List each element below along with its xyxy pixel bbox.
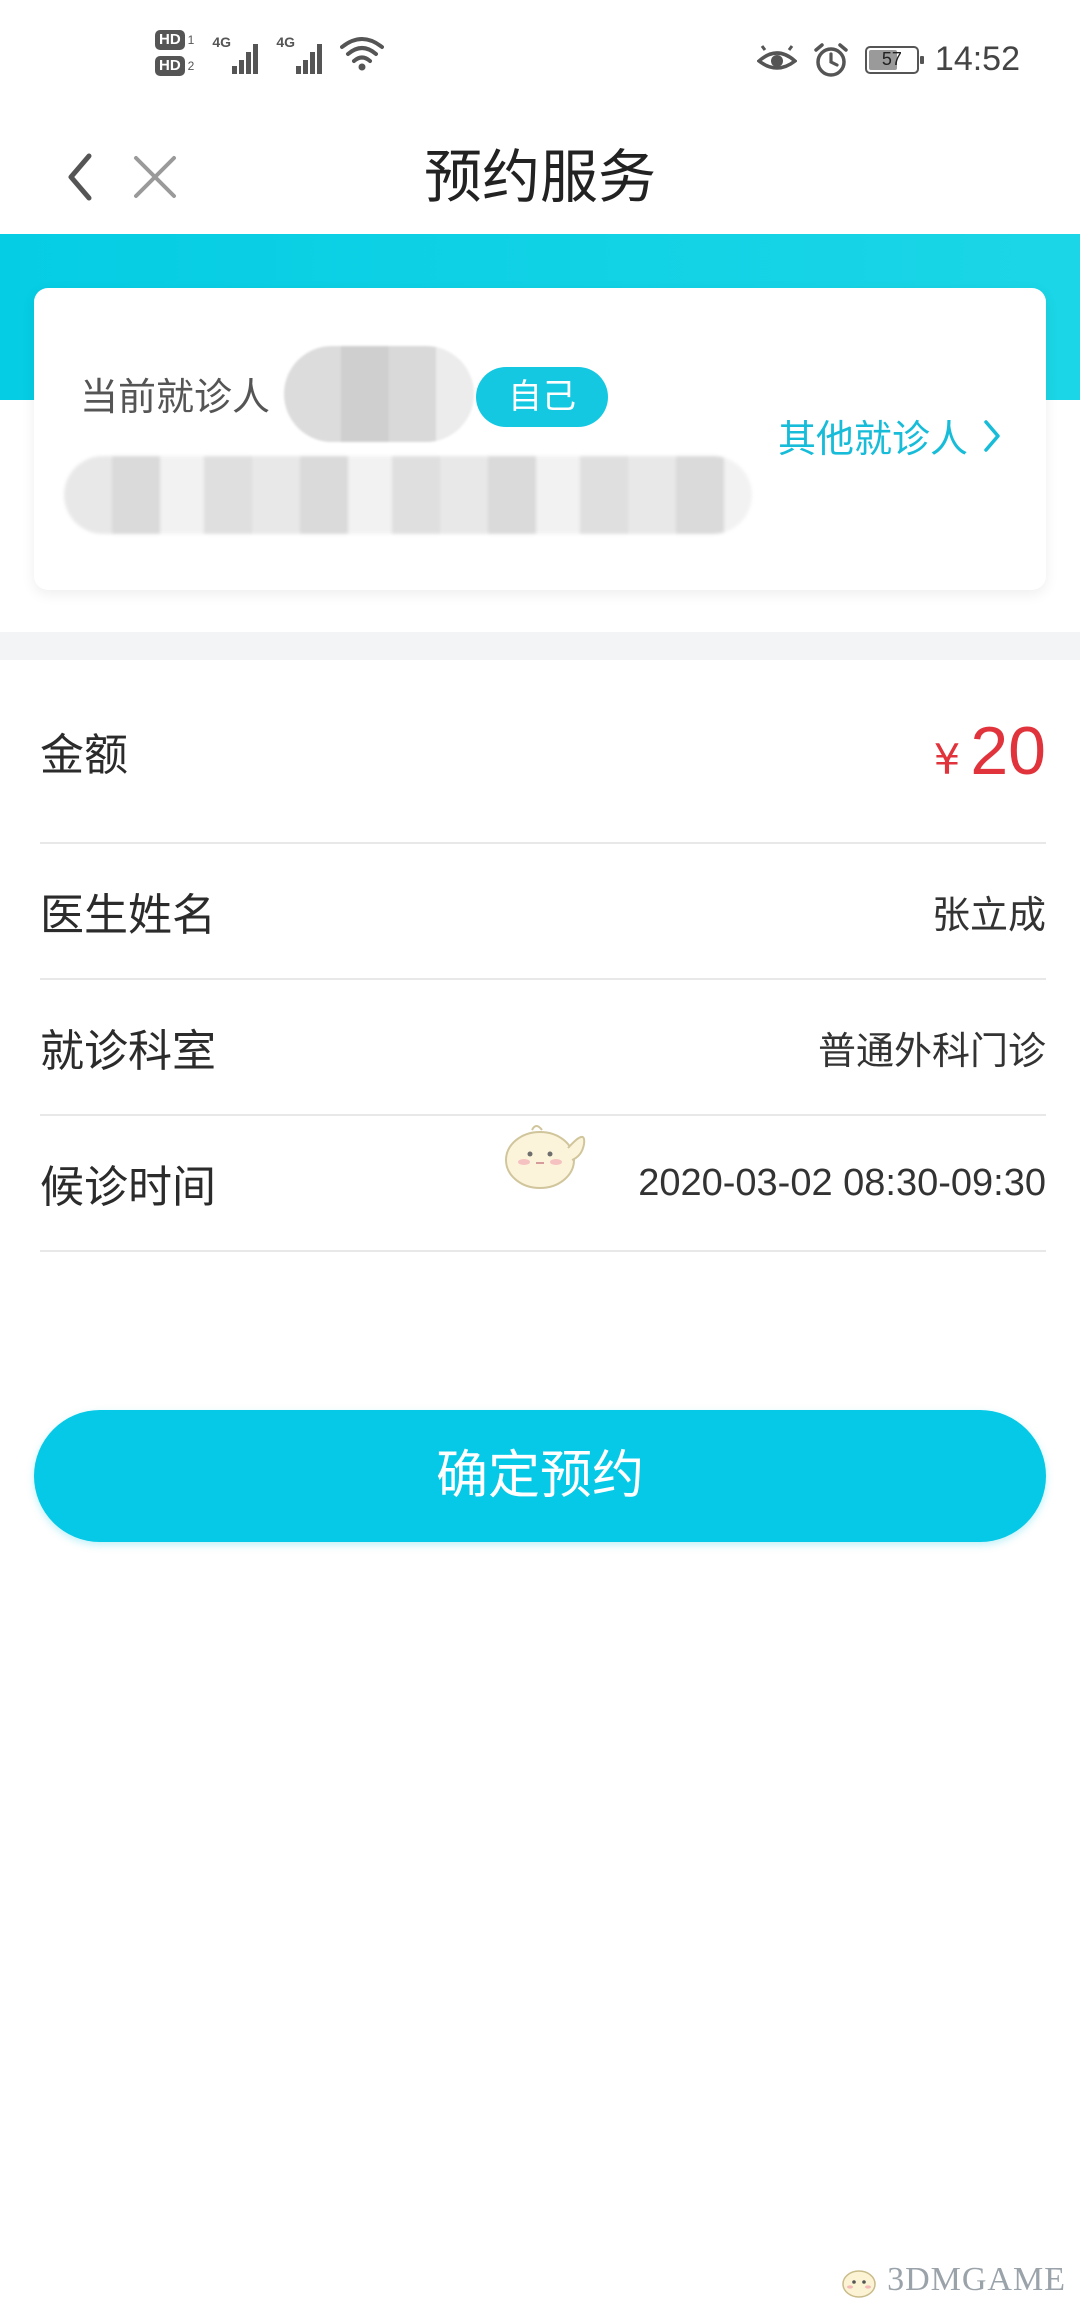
- watermark-mascot-small-icon: [842, 2270, 876, 2298]
- battery-icon: 57: [864, 45, 924, 74]
- watermark-logo: 3DMGAME: [837, 2260, 1066, 2300]
- status-time: 14:52: [934, 40, 1020, 78]
- department-value: 普通外科门诊: [817, 1028, 1046, 1073]
- hd2-icon: HD: [155, 56, 185, 76]
- amount-label: 金额: [40, 730, 128, 781]
- close-button[interactable]: [120, 142, 190, 212]
- status-bar: HD 1 HD 2 4G 4G 57 14:52: [0, 0, 1080, 120]
- section-divider: [0, 632, 1080, 660]
- department-label: 就诊科室: [40, 1026, 216, 1077]
- appointment-page: HD 1 HD 2 4G 4G 57 14:52 预约服务 当前就诊人 自己 其…: [0, 0, 1080, 2310]
- network-type-1: 4G: [212, 34, 232, 50]
- watermark-text: 3DMGAME: [887, 2261, 1066, 2298]
- patient-name-redacted: [284, 346, 474, 442]
- chevron-right-icon: [984, 419, 1000, 452]
- waiting-time-label: 候诊时间: [40, 1162, 216, 1213]
- nav-bar: 预约服务: [0, 120, 1080, 235]
- back-button[interactable]: [50, 142, 110, 212]
- alarm-icon: [814, 42, 848, 77]
- current-patient-label: 当前就诊人: [80, 375, 271, 419]
- battery-level: 57: [881, 49, 902, 69]
- confirm-appointment-button[interactable]: 确定预约: [34, 1410, 1046, 1542]
- sim2-badge: HD 2: [155, 56, 194, 76]
- chevron-left-icon: [68, 153, 92, 201]
- waiting-time-value: 2020-03-02 08:30-09:30: [638, 1161, 1046, 1204]
- department-row: 就诊科室 普通外科门诊: [40, 980, 1046, 1116]
- network-type-2: 4G: [276, 34, 296, 50]
- watermark-mascot-icon: [505, 1125, 586, 1189]
- sim2-index: 2: [187, 59, 195, 73]
- currency-symbol: ¥: [933, 735, 961, 784]
- wifi-icon: [340, 37, 385, 71]
- doctor-value: 张立成: [931, 892, 1046, 937]
- signal-icon-2: 4G: [276, 32, 323, 74]
- hd1-icon: HD: [155, 30, 185, 50]
- patient-card: 当前就诊人 自己 其他就诊人: [34, 288, 1046, 590]
- amount-value: ¥ 20: [934, 712, 1046, 790]
- amount-row: 金额 ¥ 20: [40, 660, 1046, 844]
- doctor-label: 医生姓名: [40, 890, 216, 941]
- sim1-badge: HD 1: [155, 30, 194, 50]
- other-patient-label: 其他就诊人: [777, 417, 968, 461]
- close-icon: [134, 156, 176, 198]
- other-patient-link[interactable]: 其他就诊人: [778, 408, 1002, 463]
- status-right: 57 14:52: [756, 40, 1020, 79]
- doctor-row: 医生姓名 张立成: [40, 844, 1046, 980]
- eye-icon: [756, 44, 797, 70]
- sim1-index: 1: [187, 33, 195, 47]
- relation-tag: 自己: [476, 367, 608, 427]
- signal-icon: 4G: [212, 32, 259, 74]
- amount-number: 20: [970, 713, 1046, 789]
- sim-indicators: HD 1 HD 2: [155, 30, 194, 76]
- patient-id-redacted: [64, 456, 752, 534]
- status-left: HD 1 HD 2 4G 4G: [155, 30, 385, 76]
